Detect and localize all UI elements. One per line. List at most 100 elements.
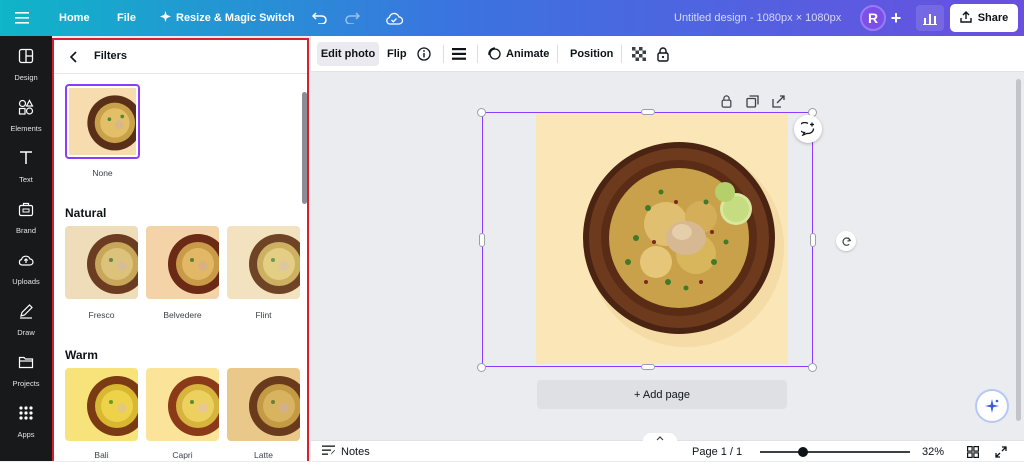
- file-menu-button[interactable]: File: [117, 0, 136, 36]
- filter-preview-image: [227, 368, 300, 441]
- resize-handle-top[interactable]: [641, 109, 655, 115]
- bottom-bar: Notes Page 1 / 1 32%: [311, 433, 1024, 462]
- folder-icon: [18, 354, 34, 375]
- filter-thumb-capri[interactable]: [146, 368, 219, 441]
- page-indicator[interactable]: Page 1 / 1: [692, 441, 742, 462]
- rail-item-elements[interactable]: Elements: [0, 91, 52, 141]
- edit-photo-button[interactable]: Edit photo: [317, 42, 379, 66]
- notes-label: Notes: [341, 445, 370, 458]
- apps-grid-icon: [18, 405, 34, 426]
- filter-thumb-belvedere[interactable]: [146, 226, 219, 299]
- filter-thumb-bali[interactable]: [65, 368, 138, 441]
- add-collaborator-button[interactable]: +: [884, 5, 908, 31]
- resize-handle-top-left[interactable]: [477, 108, 486, 117]
- share-label: Share: [977, 12, 1009, 24]
- animate-icon: [487, 46, 501, 63]
- flip-button[interactable]: Flip: [387, 36, 407, 72]
- back-arrow-icon[interactable]: [64, 47, 84, 67]
- position-button[interactable]: Position: [570, 36, 613, 72]
- grid-view-icon[interactable]: [966, 441, 980, 462]
- user-avatar[interactable]: R: [860, 5, 886, 31]
- draw-icon: [18, 303, 34, 324]
- share-upload-icon: [960, 10, 972, 26]
- insights-chart-icon[interactable]: [916, 5, 944, 31]
- rail-item-design[interactable]: Design: [0, 40, 52, 90]
- resize-handle-bottom-right[interactable]: [808, 363, 817, 372]
- resize-handle-left[interactable]: [479, 233, 485, 247]
- filter-label: None: [92, 168, 113, 178]
- section-title-natural: Natural: [65, 206, 107, 220]
- selection-box[interactable]: [482, 112, 813, 367]
- filter-label: Flint: [255, 310, 272, 320]
- rail-item-apps[interactable]: Apps: [0, 397, 52, 447]
- zoom-percent[interactable]: 32%: [922, 441, 944, 462]
- rail-item-text[interactable]: Text: [0, 142, 52, 192]
- resize-handle-bottom-left[interactable]: [477, 363, 486, 372]
- panel-title: Filters: [94, 50, 128, 62]
- toolbar-divider: [621, 45, 622, 63]
- brand-icon: [18, 201, 34, 222]
- side-navigation-rail: Design Elements Text Brand Uploads Draw …: [0, 36, 52, 461]
- cloud-saved-icon[interactable]: [384, 0, 404, 36]
- filter-preview-image: [146, 368, 219, 441]
- rail-item-uploads[interactable]: Uploads: [0, 244, 52, 294]
- rail-item-projects[interactable]: Projects: [0, 346, 52, 396]
- filter-thumb-none[interactable]: [65, 84, 140, 159]
- duplicate-icon[interactable]: [744, 93, 760, 109]
- rail-item-label: Elements: [10, 124, 42, 133]
- rail-item-draw[interactable]: Draw: [0, 295, 52, 345]
- filter-preview-image: [146, 226, 219, 299]
- filter-thumb-fresco[interactable]: [65, 226, 138, 299]
- rail-item-label: Design: [14, 73, 38, 82]
- toolbar-divider: [557, 45, 558, 63]
- filter-thumb-latte[interactable]: [227, 368, 300, 441]
- resize-label: Resize & Magic Switch: [176, 12, 295, 24]
- hamburger-menu-icon[interactable]: [12, 0, 32, 36]
- filter-label: Capri: [172, 450, 193, 460]
- magic-assistant-sparkle-icon[interactable]: [975, 389, 1009, 423]
- resize-magic-switch-button[interactable]: Resize & Magic Switch: [160, 0, 295, 36]
- animate-button[interactable]: Animate: [487, 36, 549, 72]
- zoom-slider-knob[interactable]: [798, 447, 808, 457]
- rail-item-label: Brand: [15, 226, 36, 235]
- add-page-share-icon[interactable]: [770, 93, 786, 109]
- filter-label: Bali: [94, 450, 109, 460]
- notes-icon: [322, 445, 335, 459]
- magic-crown-icon: [160, 11, 171, 25]
- design-title[interactable]: Untitled design - 1080px × 1080px: [674, 0, 841, 36]
- redo-icon[interactable]: [343, 0, 361, 36]
- rail-item-label: Draw: [17, 328, 35, 337]
- add-page-button[interactable]: + Add page: [537, 380, 787, 409]
- context-toolbar: Edit photo Flip Animate Position: [311, 36, 1024, 72]
- border-style-icon[interactable]: [451, 36, 467, 72]
- rotate-icon[interactable]: [836, 231, 856, 251]
- design-icon: [18, 48, 34, 69]
- lock-icon[interactable]: [718, 93, 734, 109]
- filter-preview-image: [227, 226, 300, 299]
- filter-preview-image: [69, 88, 136, 155]
- rail-item-brand[interactable]: Brand: [0, 193, 52, 243]
- canvas-scrollbar-thumb[interactable]: [1016, 79, 1021, 421]
- undo-icon[interactable]: [311, 0, 329, 36]
- notes-button[interactable]: Notes: [322, 441, 370, 462]
- home-button[interactable]: Home: [59, 0, 90, 36]
- share-button[interactable]: Share: [950, 4, 1018, 32]
- filter-thumb-flint[interactable]: [227, 226, 300, 299]
- top-bar: Home File Resize & Magic Switch Untitled…: [0, 0, 1024, 36]
- info-icon[interactable]: [415, 36, 433, 72]
- filter-label: Latte: [254, 450, 273, 460]
- text-icon: [18, 150, 34, 171]
- rail-item-label: Projects: [12, 379, 40, 388]
- fullscreen-expand-icon[interactable]: [994, 441, 1008, 462]
- resize-handle-bottom[interactable]: [641, 364, 655, 370]
- panel-scrollbar-thumb[interactable]: [302, 92, 307, 204]
- transparency-checker-icon[interactable]: [631, 36, 647, 72]
- rail-item-label: Text: [19, 175, 33, 184]
- add-comment-icon[interactable]: [794, 115, 822, 143]
- collapse-pages-chevron-up-icon[interactable]: [643, 433, 677, 443]
- section-title-warm: Warm: [65, 348, 98, 362]
- filter-preview-image: [65, 226, 138, 299]
- zoom-slider-track[interactable]: [760, 451, 910, 453]
- resize-handle-right[interactable]: [810, 233, 816, 247]
- lock-icon[interactable]: [655, 36, 671, 72]
